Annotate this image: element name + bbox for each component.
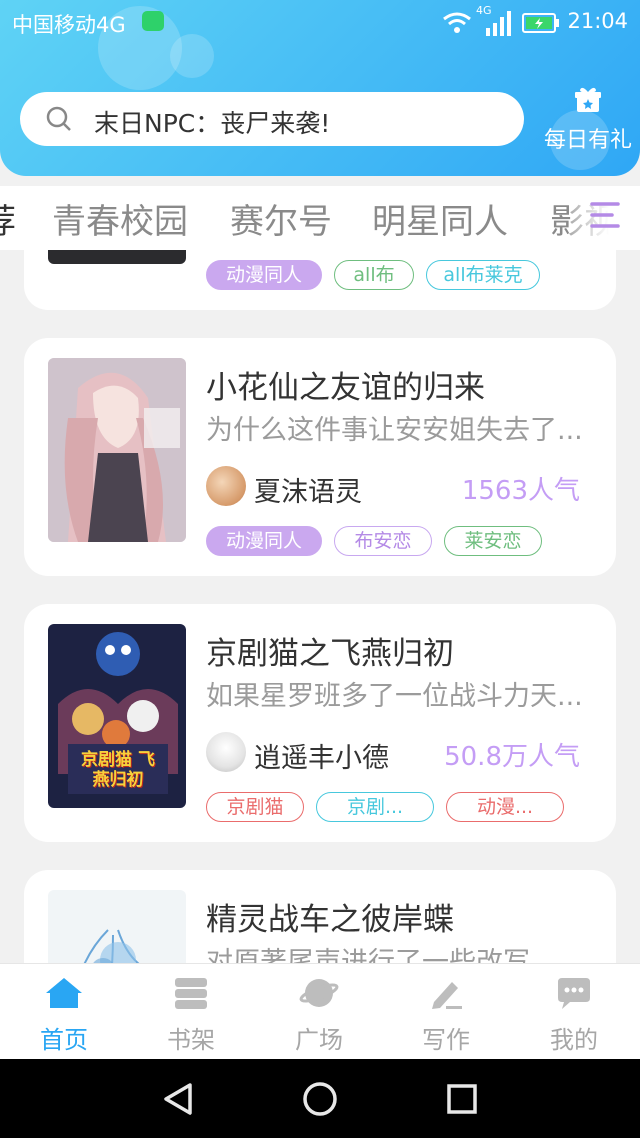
status-bar: 中国移动4G 4G 21:04	[0, 0, 640, 46]
tab-recommend[interactable]: 荐	[0, 194, 16, 243]
battery-icon	[522, 13, 559, 33]
nav-write[interactable]: 写作	[396, 976, 496, 1055]
category-menu-icon[interactable]	[590, 200, 622, 230]
author-name[interactable]: 逍遥丰小德	[254, 736, 389, 775]
daily-gift-button[interactable]: 每日有礼	[540, 86, 636, 154]
pencil-icon	[432, 982, 462, 1009]
home-icon	[46, 978, 82, 1008]
category-tabs: 荐 青春校园 赛尔号 明星同人 影视	[0, 186, 640, 250]
tag[interactable]: all布	[334, 260, 414, 290]
nav-me[interactable]: 我的	[524, 976, 624, 1055]
bottom-nav: 首页 书架 广场 写作 我的	[0, 963, 640, 1059]
search-placeholder: 末日NPC：丧尸来袭!	[94, 109, 331, 138]
nav-bookshelf-label: 书架	[167, 1026, 215, 1054]
book-description: 如果星罗班多了一位战斗力天...	[206, 681, 583, 712]
nav-me-label: 我的	[550, 1026, 598, 1054]
bookshelf-icon	[175, 978, 207, 1009]
book-description: 对原著尾声进行了一些改写，	[206, 947, 557, 963]
tag[interactable]: all布莱克	[426, 260, 540, 290]
book-card[interactable]: 精灵战车之彼岸蝶 对原著尾声进行了一些改写，	[24, 870, 616, 963]
book-title[interactable]: 京剧猫之飞燕归初	[206, 628, 454, 673]
tag[interactable]: 京剧猫	[206, 792, 304, 822]
book-title[interactable]: 精灵战车之彼岸蝶	[206, 894, 454, 939]
book-feed[interactable]: 动漫同人 all布 all布莱克 小花仙之友谊的归来 为什么这件事让安安姐失去了…	[0, 250, 640, 963]
header: 中国移动4G 4G 21:04 末日NPC：丧尸来袭! 每日有礼	[0, 0, 640, 176]
tag[interactable]: 莱安恋	[444, 526, 542, 556]
tab-campus[interactable]: 青春校园	[52, 194, 188, 243]
nav-bookshelf[interactable]: 书架	[141, 976, 241, 1055]
wechat-icon	[142, 11, 164, 31]
tag[interactable]: 布安恋	[334, 526, 432, 556]
search-icon	[46, 106, 71, 131]
tag[interactable]: 动漫...	[446, 792, 564, 822]
tag[interactable]: 动漫同人	[206, 260, 322, 290]
nav-home[interactable]: 首页	[14, 976, 114, 1055]
daily-gift-label: 每日有礼	[543, 128, 632, 153]
tag[interactable]: 动漫同人	[206, 526, 322, 556]
tag[interactable]: 京剧...	[316, 792, 434, 822]
book-cover: 京剧猫 飞燕归初	[48, 624, 186, 808]
book-card[interactable]: 小花仙之友谊的归来 为什么这件事让安安姐失去了... 夏沫语灵 1563人气 动…	[24, 338, 616, 576]
book-description: 为什么这件事让安安姐失去了...	[206, 415, 583, 446]
popularity-count: 50.8万人气	[444, 742, 580, 772]
nav-plaza-label: 广场	[295, 1026, 343, 1054]
book-card[interactable]: 京剧猫 飞燕归初 京剧猫之飞燕归初 如果星罗班多了一位战斗力天... 逍遥丰小德…	[24, 604, 616, 842]
recents-icon[interactable]	[444, 1081, 480, 1117]
nav-write-label: 写作	[422, 1026, 470, 1054]
book-title[interactable]: 小花仙之友谊的归来	[206, 362, 485, 407]
gift-icon	[575, 87, 601, 112]
tab-celebrity[interactable]: 明星同人	[372, 194, 508, 243]
avatar[interactable]	[206, 466, 246, 506]
clock: 21:04	[567, 9, 628, 33]
signal-icon: 4G	[476, 4, 512, 36]
chat-bubble-icon	[558, 978, 590, 1009]
network-label: 4G	[476, 4, 492, 17]
search-bar[interactable]: 末日NPC：丧尸来袭!	[20, 92, 524, 146]
book-cover	[48, 890, 186, 963]
plaza-icon	[299, 979, 339, 1007]
system-nav-bar	[0, 1059, 640, 1138]
home-circle-icon[interactable]	[302, 1081, 338, 1117]
nav-plaza[interactable]: 广场	[269, 976, 369, 1055]
back-icon[interactable]	[160, 1081, 196, 1117]
tab-seer[interactable]: 赛尔号	[230, 194, 332, 243]
book-cover	[48, 358, 186, 542]
popularity-count: 1563人气	[461, 476, 580, 506]
carrier-label: 中国移动4G	[12, 13, 126, 37]
book-card[interactable]: 动漫同人 all布 all布莱克	[24, 250, 616, 310]
cover-title: 京剧猫 飞燕归初	[81, 750, 155, 790]
nav-home-label: 首页	[40, 1026, 88, 1054]
wifi-icon	[443, 12, 471, 33]
author-name[interactable]: 夏沫语灵	[254, 470, 362, 509]
book-cover	[48, 250, 186, 264]
avatar[interactable]	[206, 732, 246, 772]
